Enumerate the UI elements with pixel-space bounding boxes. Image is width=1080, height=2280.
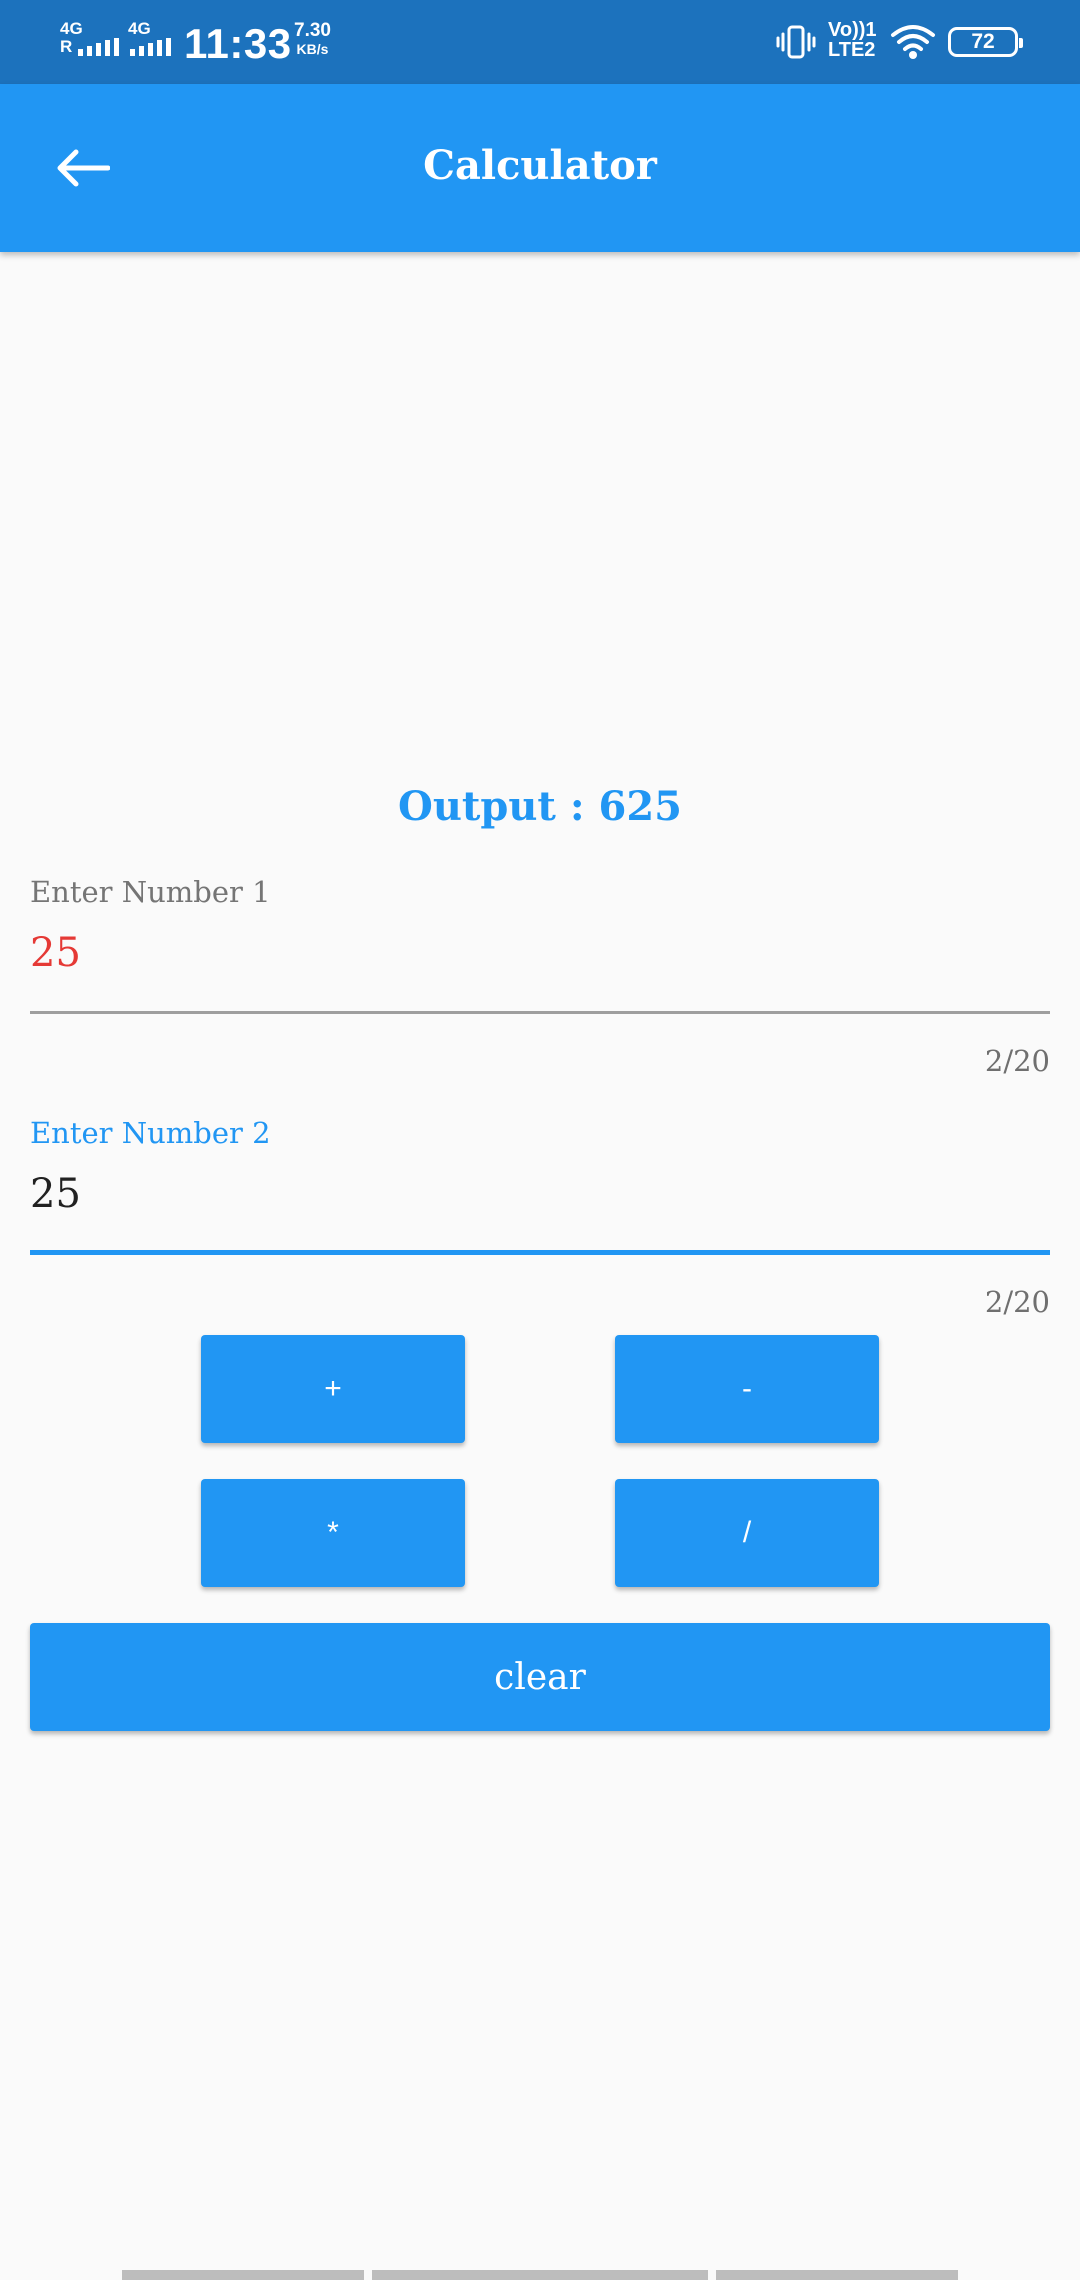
battery-level: 72 [971,30,995,53]
number2-underline [30,1250,1050,1255]
wifi-icon [891,25,935,59]
volte-indicator: Vo))1 LTE2 [828,20,877,60]
network-speed-value: 7.30 [294,20,331,41]
vibrate-icon [776,25,816,59]
number1-label: Enter Number 1 [30,875,271,909]
number1-counter: 2/20 [984,1044,1050,1078]
volte-label: Vo))1 [828,19,877,41]
network-speed-unit: KB/s [296,41,329,57]
number1-field[interactable]: Enter Number 1 2/20 [30,875,1050,1078]
app-bar: Calculator [0,84,1080,252]
add-button[interactable]: + [201,1335,465,1443]
sim2-network-type: 4G [128,19,151,38]
lte-label: LTE2 [828,39,876,61]
sim1-network-type: 4G [60,19,83,38]
network-speed: 7.30 KB/s [294,20,331,58]
nav-gesture-right[interactable] [716,2270,958,2280]
number1-underline [30,1011,1050,1014]
number1-input[interactable] [30,925,1050,981]
number2-label: Enter Number 2 [30,1116,271,1150]
divide-button[interactable]: / [615,1479,879,1587]
number2-input[interactable] [30,1166,1050,1222]
number2-counter: 2/20 [984,1285,1050,1319]
clear-button[interactable]: clear [30,1623,1050,1731]
clock: 11:33 [184,20,292,67]
nav-gesture-left[interactable] [122,2270,364,2280]
sim2-signal-icon [130,38,171,56]
subtract-button[interactable]: - [615,1335,879,1443]
sim1-signal-icon [78,38,119,56]
nav-gesture-home[interactable] [372,2270,708,2280]
output-text: Output : 625 [397,783,683,830]
status-bar: 4G R 4G 11:33 7.30 KB/s Vo))1 LTE2 72 [0,0,1080,84]
page-title: Calculator [423,142,657,189]
multiply-button[interactable]: * [201,1479,465,1587]
battery-icon: 72 [948,27,1023,57]
number2-field[interactable]: Enter Number 2 2/20 [30,1116,1050,1319]
